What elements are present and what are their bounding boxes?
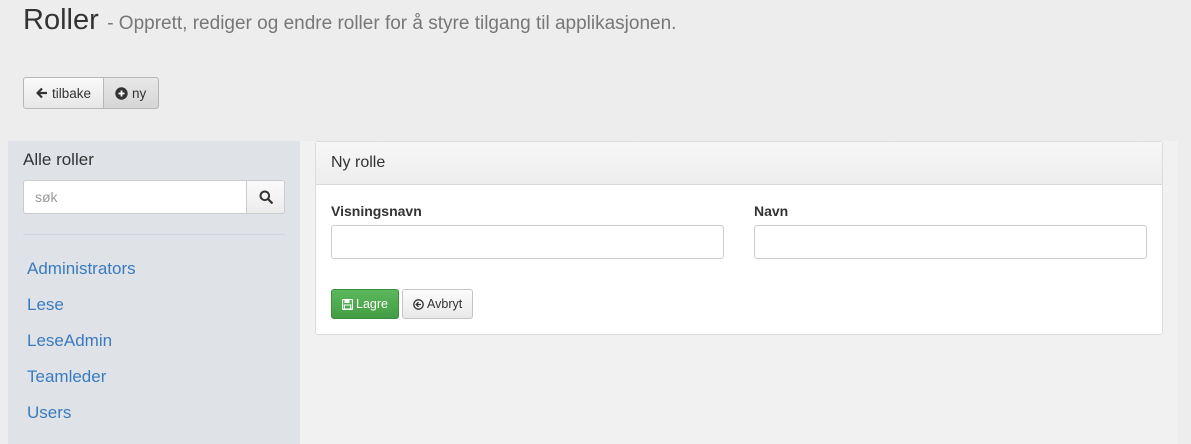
floppy-disk-icon — [342, 298, 353, 310]
role-item-leseadmin[interactable]: LeseAdmin — [27, 331, 136, 367]
cancel-button[interactable]: Avbryt — [402, 289, 474, 319]
toolbar: tilbake ny — [23, 77, 160, 109]
back-button[interactable]: tilbake — [23, 77, 105, 109]
role-item-teamleder[interactable]: Teamleder — [27, 367, 136, 403]
arrow-left-icon — [36, 87, 48, 99]
search-input[interactable] — [23, 180, 246, 214]
role-item-lese[interactable]: Lese — [27, 295, 136, 331]
role-item-administrators[interactable]: Administrators — [27, 259, 136, 295]
new-button[interactable]: ny — [104, 77, 160, 109]
name-label: Navn — [754, 203, 789, 219]
sidebar-title: Alle roller — [23, 150, 94, 169]
role-item-users[interactable]: Users — [27, 403, 136, 439]
sidebar: Alle roller Administrators Lese LeseAdmi… — [8, 141, 300, 444]
circle-arrow-left-icon — [413, 298, 424, 310]
role-list: Administrators Lese LeseAdmin Teamleder … — [27, 259, 136, 439]
new-button-label: ny — [132, 85, 147, 101]
sidebar-divider — [23, 234, 285, 235]
name-input[interactable] — [754, 225, 1147, 259]
display-name-label: Visningsnavn — [331, 203, 422, 219]
back-button-label: tilbake — [52, 85, 92, 101]
cancel-button-label: Avbryt — [427, 297, 463, 311]
search-button[interactable] — [246, 180, 285, 214]
page-header: Roller - Opprett, rediger og endre rolle… — [23, 4, 676, 37]
page-title: Roller — [23, 4, 99, 36]
display-name-input[interactable] — [331, 225, 724, 259]
new-role-panel: Ny rolle Visningsnavn Navn Lagre Avbryt — [315, 141, 1163, 335]
panel-title: Ny rolle — [316, 142, 1162, 185]
save-button-label: Lagre — [356, 297, 388, 311]
search-icon — [259, 190, 273, 204]
plus-circle-icon — [115, 86, 128, 100]
page-subtitle: - Opprett, rediger og endre roller for å… — [107, 13, 677, 34]
search-group — [23, 180, 285, 214]
save-button[interactable]: Lagre — [331, 289, 399, 319]
